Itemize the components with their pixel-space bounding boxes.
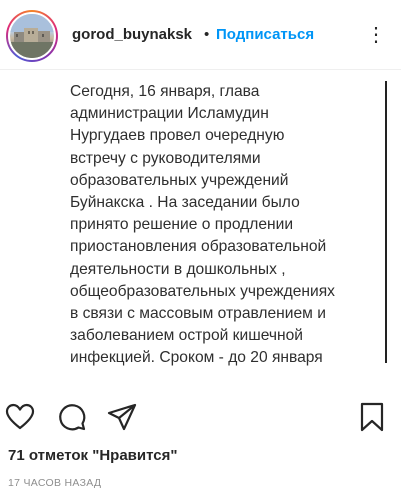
heart-icon[interactable] [4,401,36,433]
avatar-image [8,12,56,60]
scrollbar [385,81,387,363]
city-view-icon [10,14,54,58]
post-header: gorod_buynaksk • Подписаться ⋮ [0,0,401,70]
avatar[interactable] [6,10,58,62]
comment-icon[interactable] [56,401,88,433]
post-timestamp[interactable]: 17 ЧАСОВ НАЗАД [8,477,101,489]
more-options-icon[interactable]: ⋮ [366,22,387,47]
username-link[interactable]: gorod_buynaksk [72,26,192,43]
likes-count[interactable]: 71 отметок "Нравится" [8,447,177,464]
bookmark-icon[interactable] [356,401,388,433]
post-image: Сегодня, 16 января, глава администрации … [0,71,401,389]
action-bar [0,395,401,439]
separator-dot: • [204,26,210,43]
follow-button[interactable]: Подписаться [216,26,314,43]
share-icon[interactable] [106,401,138,433]
post-image-text: Сегодня, 16 января, глава администрации … [70,83,335,367]
